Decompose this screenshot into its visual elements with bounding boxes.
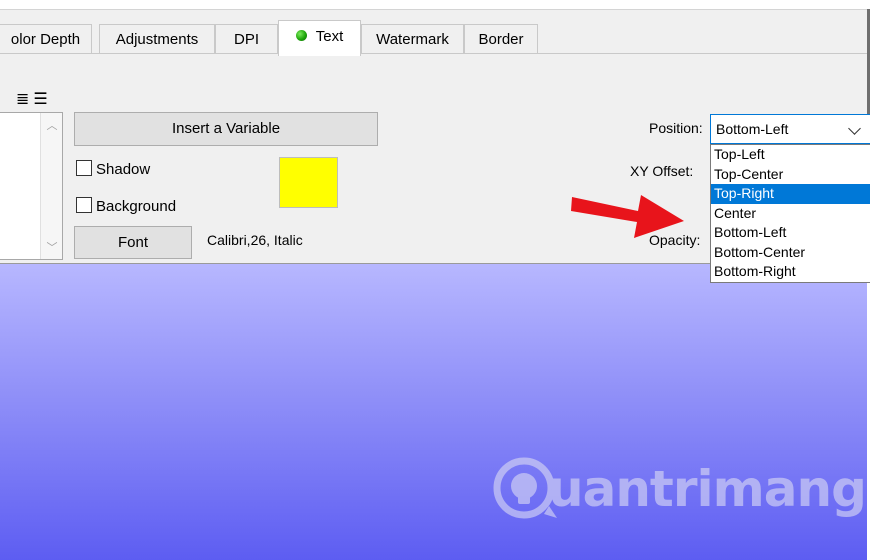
option-top-right[interactable]: Top-Right [711, 184, 870, 204]
tab-label: Watermark [376, 31, 449, 48]
insert-variable-button[interactable]: Insert a Variable [74, 112, 378, 146]
tab-label: olor Depth [10, 31, 81, 48]
tab-border[interactable]: Border [464, 24, 538, 55]
tab-adjustments[interactable]: Adjustments [99, 24, 215, 55]
font-info-label: Calibri,26, Italic [207, 232, 303, 248]
image-preview: uantrimang [0, 264, 867, 560]
option-bottom-left[interactable]: Bottom-Left [711, 223, 870, 243]
tab-dpi[interactable]: DPI [215, 24, 278, 55]
shadow-checkbox[interactable] [76, 160, 92, 177]
tab-label: Border [478, 31, 524, 48]
tab-watermark[interactable]: Watermark [361, 24, 464, 55]
scroll-down-icon[interactable]: ﹀ [41, 239, 63, 255]
option-bottom-center[interactable]: Bottom-Center [711, 243, 870, 263]
font-button[interactable]: Font [74, 226, 192, 259]
scroll-up-icon[interactable]: ︿ [41, 117, 63, 133]
background-checkbox[interactable] [76, 197, 92, 214]
xy-offset-label: XY Offset: [630, 163, 694, 179]
chevron-down-icon[interactable] [848, 122, 861, 135]
option-top-left[interactable]: Top-Left [711, 145, 870, 165]
text-color-swatch[interactable] [279, 157, 338, 208]
shadow-label: Shadow [96, 161, 151, 178]
tab-color-depth[interactable]: olor Depth [0, 24, 92, 55]
position-select-value: Bottom-Left [716, 121, 789, 137]
text-scrollbar[interactable]: ︿ ﹀ [40, 113, 62, 259]
position-dropdown-list: Top-Left Top-Center Top-Right Center Bot… [710, 144, 870, 283]
background-label: Background [96, 198, 177, 215]
active-status-icon [295, 29, 307, 41]
watermark-text-input[interactable]: ︿ ﹀ [0, 112, 63, 260]
app-window: olor Depth Adjustments DPI Text Watermar… [0, 0, 870, 560]
alignment-toolbar: ≣☰ [16, 89, 52, 109]
red-arrow-annotation [571, 195, 684, 238]
position-select[interactable]: Bottom-Left [710, 114, 870, 144]
shadow-checkbox-row[interactable]: Shadow [76, 159, 150, 181]
tab-label: DPI [233, 31, 259, 48]
tab-label: Adjustments [115, 31, 199, 48]
background-checkbox-row[interactable]: Background [76, 196, 176, 218]
position-label: Position: [649, 120, 703, 136]
watermark-logo: uantrimang [492, 456, 867, 524]
watermark-text: uantrimang [548, 460, 867, 518]
option-center[interactable]: Center [711, 204, 870, 224]
align-right-icon[interactable]: ☰ [33, 91, 51, 108]
align-center-icon[interactable]: ≣ [16, 91, 33, 108]
option-top-center[interactable]: Top-Center [711, 165, 870, 185]
option-bottom-right[interactable]: Bottom-Right [711, 262, 870, 282]
tab-text[interactable]: Text [278, 20, 361, 56]
tab-bar: olor Depth Adjustments DPI Text Watermar… [0, 9, 867, 56]
window-top-strip [0, 0, 870, 9]
tab-label: Text [315, 28, 344, 45]
